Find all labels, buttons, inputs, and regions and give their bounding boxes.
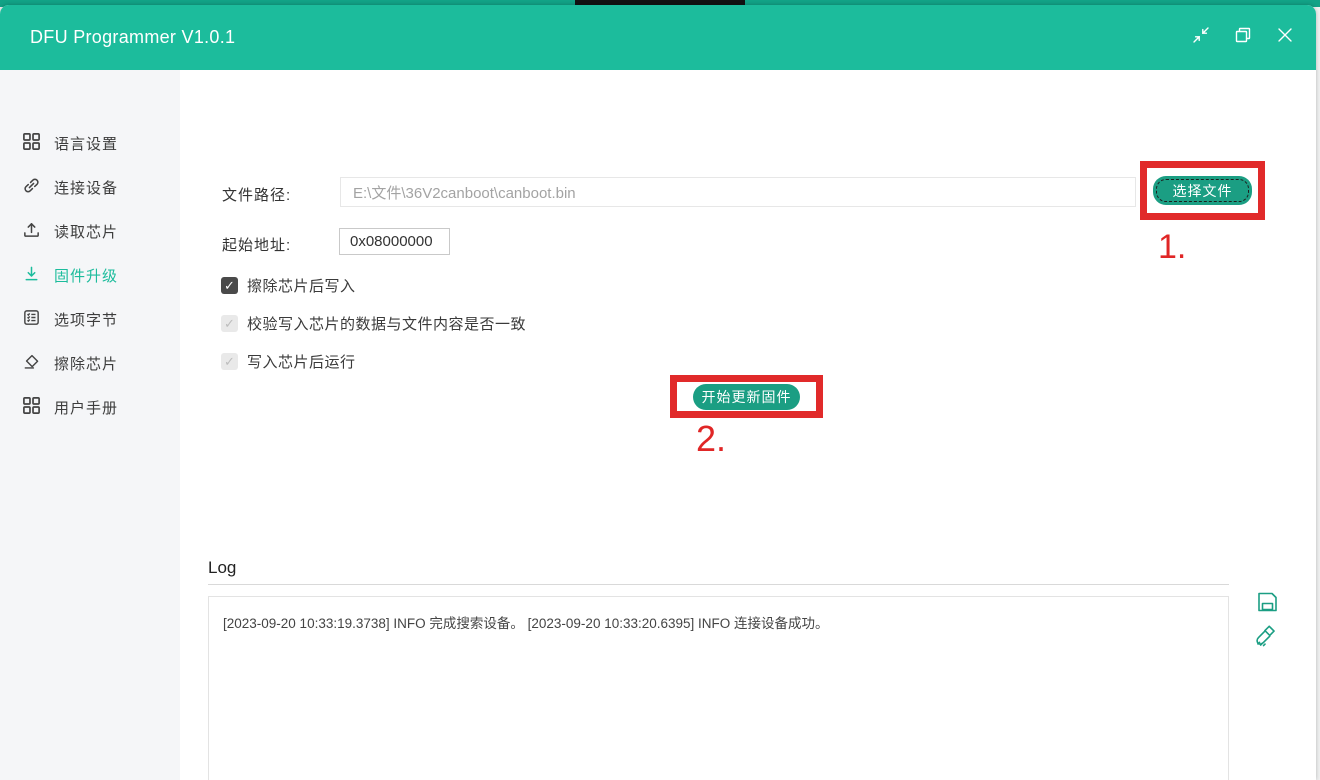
select-file-button[interactable]: 选择文件	[1153, 176, 1252, 205]
download-icon	[22, 264, 41, 287]
sidebar-item-label: 选项字节	[54, 309, 118, 330]
checkbox-checked-disabled-icon: ✓	[221, 315, 238, 332]
clean-icon	[1251, 639, 1281, 656]
sidebar-item-read-chip[interactable]: 读取芯片	[0, 209, 180, 253]
log-divider	[208, 584, 1229, 585]
checkbox-checked-disabled-icon: ✓	[221, 353, 238, 370]
file-path-input[interactable]	[340, 177, 1136, 207]
checkbox-row-run-after-write[interactable]: ✓ 写入芯片后运行	[221, 351, 356, 372]
minimize-button[interactable]	[1188, 25, 1214, 51]
checkbox-checked-icon[interactable]: ✓	[221, 277, 238, 294]
annotation-step-1: 1.	[1158, 228, 1186, 267]
title-bar: DFU Programmer V1.0.1	[0, 5, 1316, 70]
checkbox-label: 擦除芯片后写入	[247, 275, 356, 296]
eraser-icon	[22, 352, 41, 375]
window-controls	[1188, 5, 1298, 70]
save-log-button[interactable]	[1255, 590, 1280, 619]
sidebar-item-language-settings[interactable]: 语言设置	[0, 121, 180, 165]
restore-button[interactable]	[1230, 25, 1256, 51]
restore-icon	[1233, 25, 1253, 50]
window-title: DFU Programmer V1.0.1	[0, 27, 235, 48]
sidebar-item-label: 读取芯片	[54, 221, 118, 242]
start-address-input[interactable]	[339, 228, 450, 255]
checkbox-label: 校验写入芯片的数据与文件内容是否一致	[247, 313, 526, 334]
checklist-icon	[22, 308, 41, 331]
clear-log-button[interactable]	[1251, 622, 1281, 657]
minimize-icon	[1191, 25, 1211, 50]
sidebar-item-label: 固件升级	[54, 265, 118, 286]
start-address-label: 起始地址:	[222, 234, 291, 255]
log-output[interactable]: [2023-09-20 10:33:19.3738] INFO 完成搜索设备。 …	[208, 596, 1229, 780]
sidebar-item-label: 擦除芯片	[54, 353, 118, 374]
sidebar: 语言设置 连接设备 读取芯片	[0, 70, 180, 780]
sidebar-item-label: 连接设备	[54, 177, 118, 198]
annotation-step-2: 2.	[696, 418, 726, 460]
file-path-label: 文件路径:	[222, 184, 291, 205]
sidebar-item-label: 语言设置	[54, 133, 118, 154]
sidebar-item-firmware-upgrade[interactable]: 固件升级	[0, 253, 180, 297]
sidebar-item-option-bytes[interactable]: 选项字节	[0, 297, 180, 341]
checkbox-row-verify-data[interactable]: ✓ 校验写入芯片的数据与文件内容是否一致	[221, 313, 526, 334]
close-button[interactable]	[1272, 25, 1298, 51]
annotation-box-1: 选择文件	[1140, 161, 1265, 220]
main-content: 文件路径: 选择文件 1. 起始地址: ✓ 擦除芯片后写入 ✓ 校验写入芯片的数…	[180, 70, 1316, 780]
log-heading: Log	[208, 558, 236, 578]
link-icon	[22, 176, 41, 199]
start-update-button[interactable]: 开始更新固件	[693, 384, 800, 410]
grid-icon	[22, 132, 41, 155]
sidebar-item-label: 用户手册	[54, 397, 118, 418]
grid-icon	[22, 396, 41, 419]
app-window: DFU Programmer V1.0.1	[0, 5, 1316, 780]
upload-icon	[22, 220, 41, 243]
log-text: [2023-09-20 10:33:19.3738] INFO 完成搜索设备。 …	[223, 616, 829, 631]
annotation-box-2: 开始更新固件	[670, 375, 823, 418]
checkbox-row-erase-before-write[interactable]: ✓ 擦除芯片后写入	[221, 275, 356, 296]
save-icon	[1255, 601, 1280, 618]
checkbox-label: 写入芯片后运行	[247, 351, 356, 372]
sidebar-item-erase-chip[interactable]: 擦除芯片	[0, 341, 180, 385]
sidebar-item-user-manual[interactable]: 用户手册	[0, 385, 180, 429]
sidebar-item-connect-device[interactable]: 连接设备	[0, 165, 180, 209]
close-icon	[1275, 25, 1295, 50]
